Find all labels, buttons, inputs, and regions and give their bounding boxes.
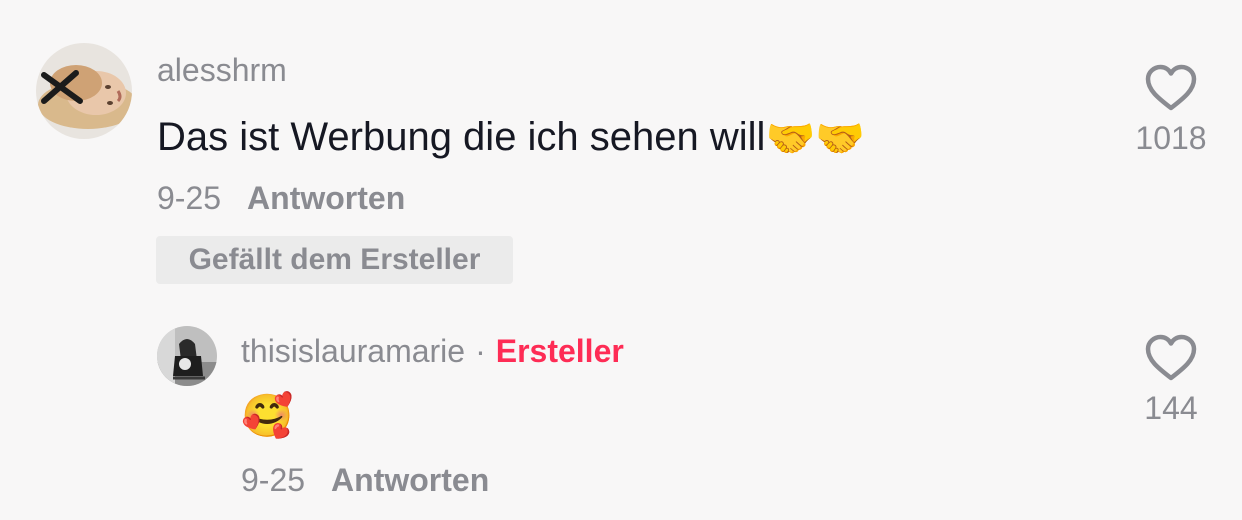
separator-dot: · <box>475 333 486 369</box>
heart-outline-icon[interactable] <box>1144 64 1198 112</box>
handshake-emoji: 🤝 <box>765 117 816 162</box>
like-count: 1018 <box>1135 120 1207 156</box>
avatar[interactable] <box>157 326 217 386</box>
heart-outline-icon[interactable] <box>1144 334 1198 382</box>
reply-date: 9-25 <box>241 462 306 498</box>
comment-body: Das ist Werbung die ich sehen will <box>157 115 766 159</box>
reply-button[interactable]: Antworten <box>331 462 489 498</box>
like-control[interactable]: 1018 <box>1131 64 1211 158</box>
liked-by-creator-badge: Gefällt dem Ersteller <box>156 236 513 284</box>
reply-header: thisislauramarie · Ersteller <box>241 331 624 371</box>
handshake-emoji: 🤝 <box>815 117 866 162</box>
comment-text: Das ist Werbung die ich sehen will🤝🤝 <box>157 113 865 163</box>
avatar[interactable] <box>36 43 132 139</box>
comment-username[interactable]: alesshrm <box>157 50 287 90</box>
reply-button[interactable]: Antworten <box>247 180 405 216</box>
reply-meta: 9-25 Antworten <box>241 460 489 500</box>
creator-label: Ersteller <box>495 333 624 369</box>
reply-username[interactable]: thisislauramarie <box>241 333 465 369</box>
reply-emoji: 🥰 <box>241 392 294 439</box>
like-control[interactable]: 144 <box>1131 334 1211 428</box>
like-count: 144 <box>1144 390 1198 426</box>
comment-meta: 9-25 Antworten <box>157 178 405 218</box>
comment-date: 9-25 <box>157 180 222 216</box>
